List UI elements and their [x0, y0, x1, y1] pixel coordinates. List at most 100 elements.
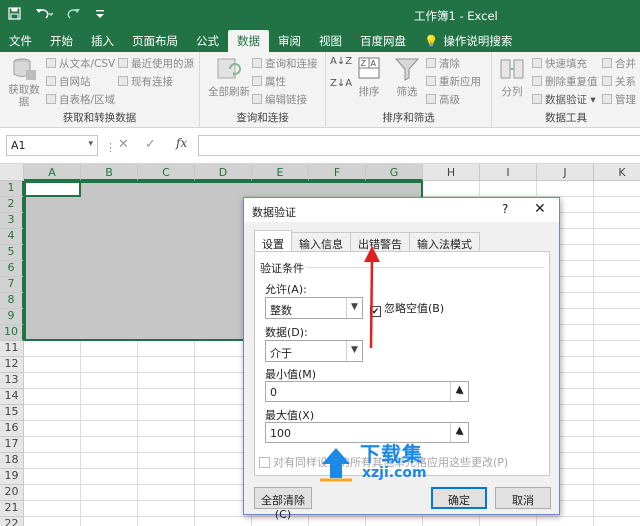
- filter-label: 筛选: [396, 86, 418, 98]
- ignore-blank-checkbox[interactable]: ✔ 忽略空值(B): [370, 300, 444, 317]
- refresh-all-label: 全部刷新: [208, 86, 250, 98]
- row-header[interactable]: 2: [0, 197, 24, 213]
- recent-icon: [118, 58, 128, 68]
- tab-home[interactable]: 开始: [41, 30, 82, 52]
- close-icon[interactable]: ✕: [534, 201, 546, 217]
- column-header[interactable]: F: [309, 164, 366, 181]
- redo-icon[interactable]: [67, 7, 81, 24]
- column-header[interactable]: G: [366, 164, 423, 181]
- relationships-label: 关系: [615, 76, 636, 88]
- tab-insert[interactable]: 插入: [82, 30, 123, 52]
- sort-button[interactable]: ZA 排序: [352, 56, 386, 99]
- tab-input-message[interactable]: 输入信息: [291, 232, 351, 251]
- row-header[interactable]: 14: [0, 389, 24, 405]
- reapply-button[interactable]: 重新应用: [426, 74, 481, 89]
- tab-formulas[interactable]: 公式: [187, 30, 228, 52]
- manage-data-model-button[interactable]: 管理: [602, 92, 636, 107]
- formula-input[interactable]: [198, 135, 640, 156]
- refresh-all-button[interactable]: 全部刷新: [204, 56, 254, 99]
- row-header[interactable]: 9: [0, 309, 24, 325]
- column-header[interactable]: D: [195, 164, 252, 181]
- row-header[interactable]: 15: [0, 405, 24, 421]
- column-header[interactable]: C: [138, 164, 195, 181]
- remove-duplicates-button[interactable]: 删除重复值: [532, 74, 598, 89]
- filter-button[interactable]: 筛选: [392, 56, 422, 99]
- queries-connections-button[interactable]: 查询和连接: [252, 56, 318, 71]
- customize-icon[interactable]: [95, 7, 105, 24]
- clear-filter-button[interactable]: 清除: [426, 56, 460, 71]
- dialog-title: 数据验证: [252, 206, 296, 219]
- row-header[interactable]: 17: [0, 437, 24, 453]
- text-to-columns-button[interactable]: 分列: [496, 56, 528, 99]
- tab-baidu-netdisk[interactable]: 百度网盘: [351, 30, 415, 52]
- allow-select[interactable]: 整数 ▼: [265, 297, 363, 319]
- row-header[interactable]: 10: [0, 325, 24, 341]
- from-table-button[interactable]: 自表格/区域: [46, 92, 115, 107]
- row-header[interactable]: 22: [0, 517, 24, 526]
- row-header[interactable]: 20: [0, 485, 24, 501]
- cancel-entry-icon[interactable]: ✕: [118, 137, 129, 152]
- sort-za-button[interactable]: Z↓A: [330, 78, 352, 89]
- tab-ime-mode[interactable]: 输入法模式: [409, 232, 480, 251]
- column-header[interactable]: I: [480, 164, 537, 181]
- undo-icon[interactable]: [35, 7, 54, 24]
- row-header[interactable]: 3: [0, 213, 24, 229]
- cancel-button[interactable]: 取消: [495, 487, 551, 509]
- edit-links-button[interactable]: 编辑链接: [252, 92, 307, 107]
- existing-connections-button[interactable]: 现有连接: [118, 74, 173, 89]
- column-header[interactable]: K: [594, 164, 640, 181]
- recent-sources-button[interactable]: 最近使用的源: [118, 56, 194, 71]
- row-header[interactable]: 11: [0, 341, 24, 357]
- get-data-button[interactable]: 获取数 据: [4, 56, 44, 108]
- split-columns-icon: [499, 56, 525, 82]
- tab-error-alert[interactable]: 出错警告: [350, 232, 410, 251]
- select-all-corner[interactable]: [0, 164, 24, 181]
- from-text-csv-button[interactable]: 从文本/CSV: [46, 56, 115, 71]
- sort-az-button[interactable]: A↓Z: [330, 56, 352, 67]
- row-header[interactable]: 12: [0, 357, 24, 373]
- advanced-filter-button[interactable]: 高级: [426, 92, 460, 107]
- data-validation-label: 数据验证: [545, 94, 587, 106]
- properties-button[interactable]: 属性: [252, 74, 286, 89]
- insert-function-button[interactable]: fx: [176, 136, 187, 150]
- collapse-dialog-icon[interactable]: ▲̲: [450, 382, 468, 401]
- tab-view[interactable]: 视图: [310, 30, 351, 52]
- tab-settings[interactable]: 设置: [254, 230, 292, 251]
- active-cell-a1[interactable]: [24, 181, 81, 197]
- data-validation-button[interactable]: 数据验证 ▾: [532, 92, 596, 107]
- row-header[interactable]: 13: [0, 373, 24, 389]
- tab-review[interactable]: 审阅: [269, 30, 310, 52]
- tab-file[interactable]: 文件: [0, 30, 41, 52]
- data-operator-select[interactable]: 介于 ▼: [265, 340, 363, 362]
- row-header[interactable]: 6: [0, 261, 24, 277]
- confirm-entry-icon[interactable]: ✓: [145, 137, 156, 152]
- name-box[interactable]: A1 ▾: [6, 135, 98, 156]
- row-header[interactable]: 19: [0, 469, 24, 485]
- tab-data[interactable]: 数据: [228, 30, 269, 52]
- clear-all-button[interactable]: 全部清除(C): [254, 487, 312, 521]
- row-header[interactable]: 8: [0, 293, 24, 309]
- tab-page-layout[interactable]: 页面布局: [123, 30, 187, 52]
- flash-fill-button[interactable]: 快速填充: [532, 56, 587, 71]
- minimum-input[interactable]: 0 ▲̲: [265, 381, 469, 402]
- column-header[interactable]: J: [537, 164, 594, 181]
- row-header[interactable]: 4: [0, 229, 24, 245]
- row-header[interactable]: 18: [0, 453, 24, 469]
- column-header[interactable]: H: [423, 164, 480, 181]
- row-header[interactable]: 5: [0, 245, 24, 261]
- row-header[interactable]: 21: [0, 501, 24, 517]
- ok-button[interactable]: 确定: [431, 487, 487, 509]
- help-button[interactable]: ?: [502, 202, 508, 216]
- from-web-button[interactable]: 自网站: [46, 74, 91, 89]
- row-header[interactable]: 16: [0, 421, 24, 437]
- row-header[interactable]: 1: [0, 181, 24, 197]
- column-header[interactable]: B: [81, 164, 138, 181]
- tell-me-label: 操作说明搜索: [443, 34, 513, 48]
- relationships-button[interactable]: 关系: [602, 74, 636, 89]
- column-header[interactable]: A: [24, 164, 81, 181]
- save-icon[interactable]: [8, 7, 21, 24]
- tell-me-search[interactable]: 💡 操作说明搜索: [415, 30, 521, 52]
- consolidate-button[interactable]: 合并: [602, 56, 636, 71]
- row-header[interactable]: 7: [0, 277, 24, 293]
- column-header[interactable]: E: [252, 164, 309, 181]
